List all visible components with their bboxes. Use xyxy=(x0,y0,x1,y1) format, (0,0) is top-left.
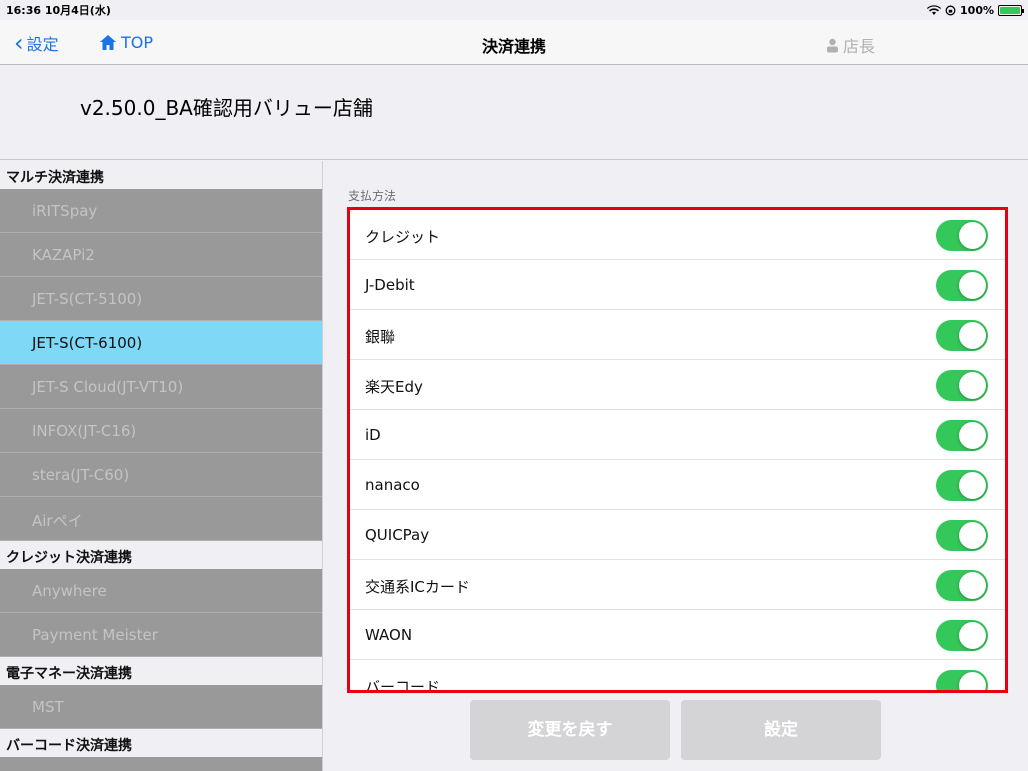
user-label: 店長 xyxy=(843,37,876,56)
sidebar-item-infox[interactable]: INFOX(JT-C16) xyxy=(0,409,322,453)
list-item: 楽天Edy xyxy=(350,360,1005,410)
payment-method-toggle[interactable] xyxy=(936,270,988,301)
sidebar: マルチ決済連携 iRITSpay KAZAPi2 JET-S(CT-5100) … xyxy=(0,161,322,771)
section-label: 支払方法 xyxy=(348,189,397,203)
store-name: v2.50.0_BA確認用バリュー店舗 xyxy=(80,96,373,120)
store-header: v2.50.0_BA確認用バリュー店舗 xyxy=(0,66,1028,160)
sidebar-section-credit: クレジット決済連携 xyxy=(0,541,322,569)
list-item: バーコード xyxy=(350,660,1005,693)
payment-method-toggle[interactable] xyxy=(936,520,988,551)
status-time: 16:36 10月4日(水) xyxy=(6,4,111,17)
save-button[interactable]: 設定 xyxy=(681,700,881,760)
sidebar-item-iritspay[interactable]: iRITSpay xyxy=(0,189,322,233)
list-item: WAON xyxy=(350,610,1005,660)
sidebar-item-jet-s-ct-6100[interactable]: JET-S(CT-6100) xyxy=(0,321,322,365)
sidebar-item-mst[interactable]: MST xyxy=(0,685,322,729)
payment-method-toggle[interactable] xyxy=(936,570,988,601)
sidebar-item-payment-meister[interactable]: Payment Meister xyxy=(0,613,322,657)
list-item: クレジット xyxy=(350,210,1005,260)
payment-method-label: 交通系ICカード xyxy=(365,578,470,596)
sidebar-section-multi: マルチ決済連携 xyxy=(0,161,322,189)
user-indicator: 店長 xyxy=(826,33,875,57)
sidebar-item-kazapi2[interactable]: KAZAPi2 xyxy=(0,233,322,277)
payment-method-label: iD xyxy=(365,426,381,444)
payment-method-label: バーコード xyxy=(365,678,441,693)
payment-method-label: WAON xyxy=(365,626,413,644)
payment-method-toggle[interactable] xyxy=(936,420,988,451)
list-item: QUICPay xyxy=(350,510,1005,560)
battery-percent: 100% xyxy=(960,3,994,17)
wifi-icon xyxy=(927,4,942,15)
payment-method-label: nanaco xyxy=(365,476,420,494)
payment-method-toggle[interactable] xyxy=(936,470,988,501)
battery-icon xyxy=(998,4,1024,16)
payment-method-toggle[interactable] xyxy=(936,370,988,401)
revert-button[interactable]: 変更を戻す xyxy=(470,700,670,760)
payment-method-label: 銀聯 xyxy=(365,328,396,346)
list-item: iD xyxy=(350,410,1005,460)
payment-method-label: QUICPay xyxy=(365,526,430,544)
payment-method-toggle[interactable] xyxy=(936,620,988,651)
main-panel: 支払方法 クレジット J-Debit 銀聯 楽天Edy iD nanaco QU… xyxy=(322,161,1028,771)
sidebar-item-airpay[interactable]: Airペイ xyxy=(0,497,322,541)
payment-method-toggle[interactable] xyxy=(936,320,988,351)
sidebar-item-jet-s-cloud[interactable]: JET-S Cloud(JT-VT10) xyxy=(0,365,322,409)
sidebar-item-jet-s-ct-5100[interactable]: JET-S(CT-5100) xyxy=(0,277,322,321)
orientation-lock-icon xyxy=(945,5,956,15)
navigation-bar: ‹ 設定 TOP 決済連携 店長 xyxy=(0,20,1028,65)
sidebar-item-stera[interactable]: stera(JT-C60) xyxy=(0,453,322,497)
status-bar: 16:36 10月4日(水) 100% xyxy=(0,0,1028,20)
user-icon xyxy=(827,38,838,52)
sidebar-section-emoney: 電子マネー決済連携 xyxy=(0,657,322,685)
payment-method-toggle[interactable] xyxy=(936,670,988,690)
payment-method-label: クレジット xyxy=(365,228,441,246)
sidebar-section-barcode: バーコード決済連携 xyxy=(0,729,322,757)
list-item: 銀聯 xyxy=(350,310,1005,360)
payment-method-toggle[interactable] xyxy=(936,220,988,251)
payment-method-label: J-Debit xyxy=(365,276,415,294)
sidebar-item-anywhere[interactable]: Anywhere xyxy=(0,569,322,613)
list-item: nanaco xyxy=(350,460,1005,510)
payment-method-list: クレジット J-Debit 銀聯 楽天Edy iD nanaco QUICPay… xyxy=(347,207,1008,693)
payment-method-label: 楽天Edy xyxy=(365,378,423,396)
status-indicators: 100% xyxy=(927,3,1024,17)
list-item: 交通系ICカード xyxy=(350,560,1005,610)
list-item: J-Debit xyxy=(350,260,1005,310)
